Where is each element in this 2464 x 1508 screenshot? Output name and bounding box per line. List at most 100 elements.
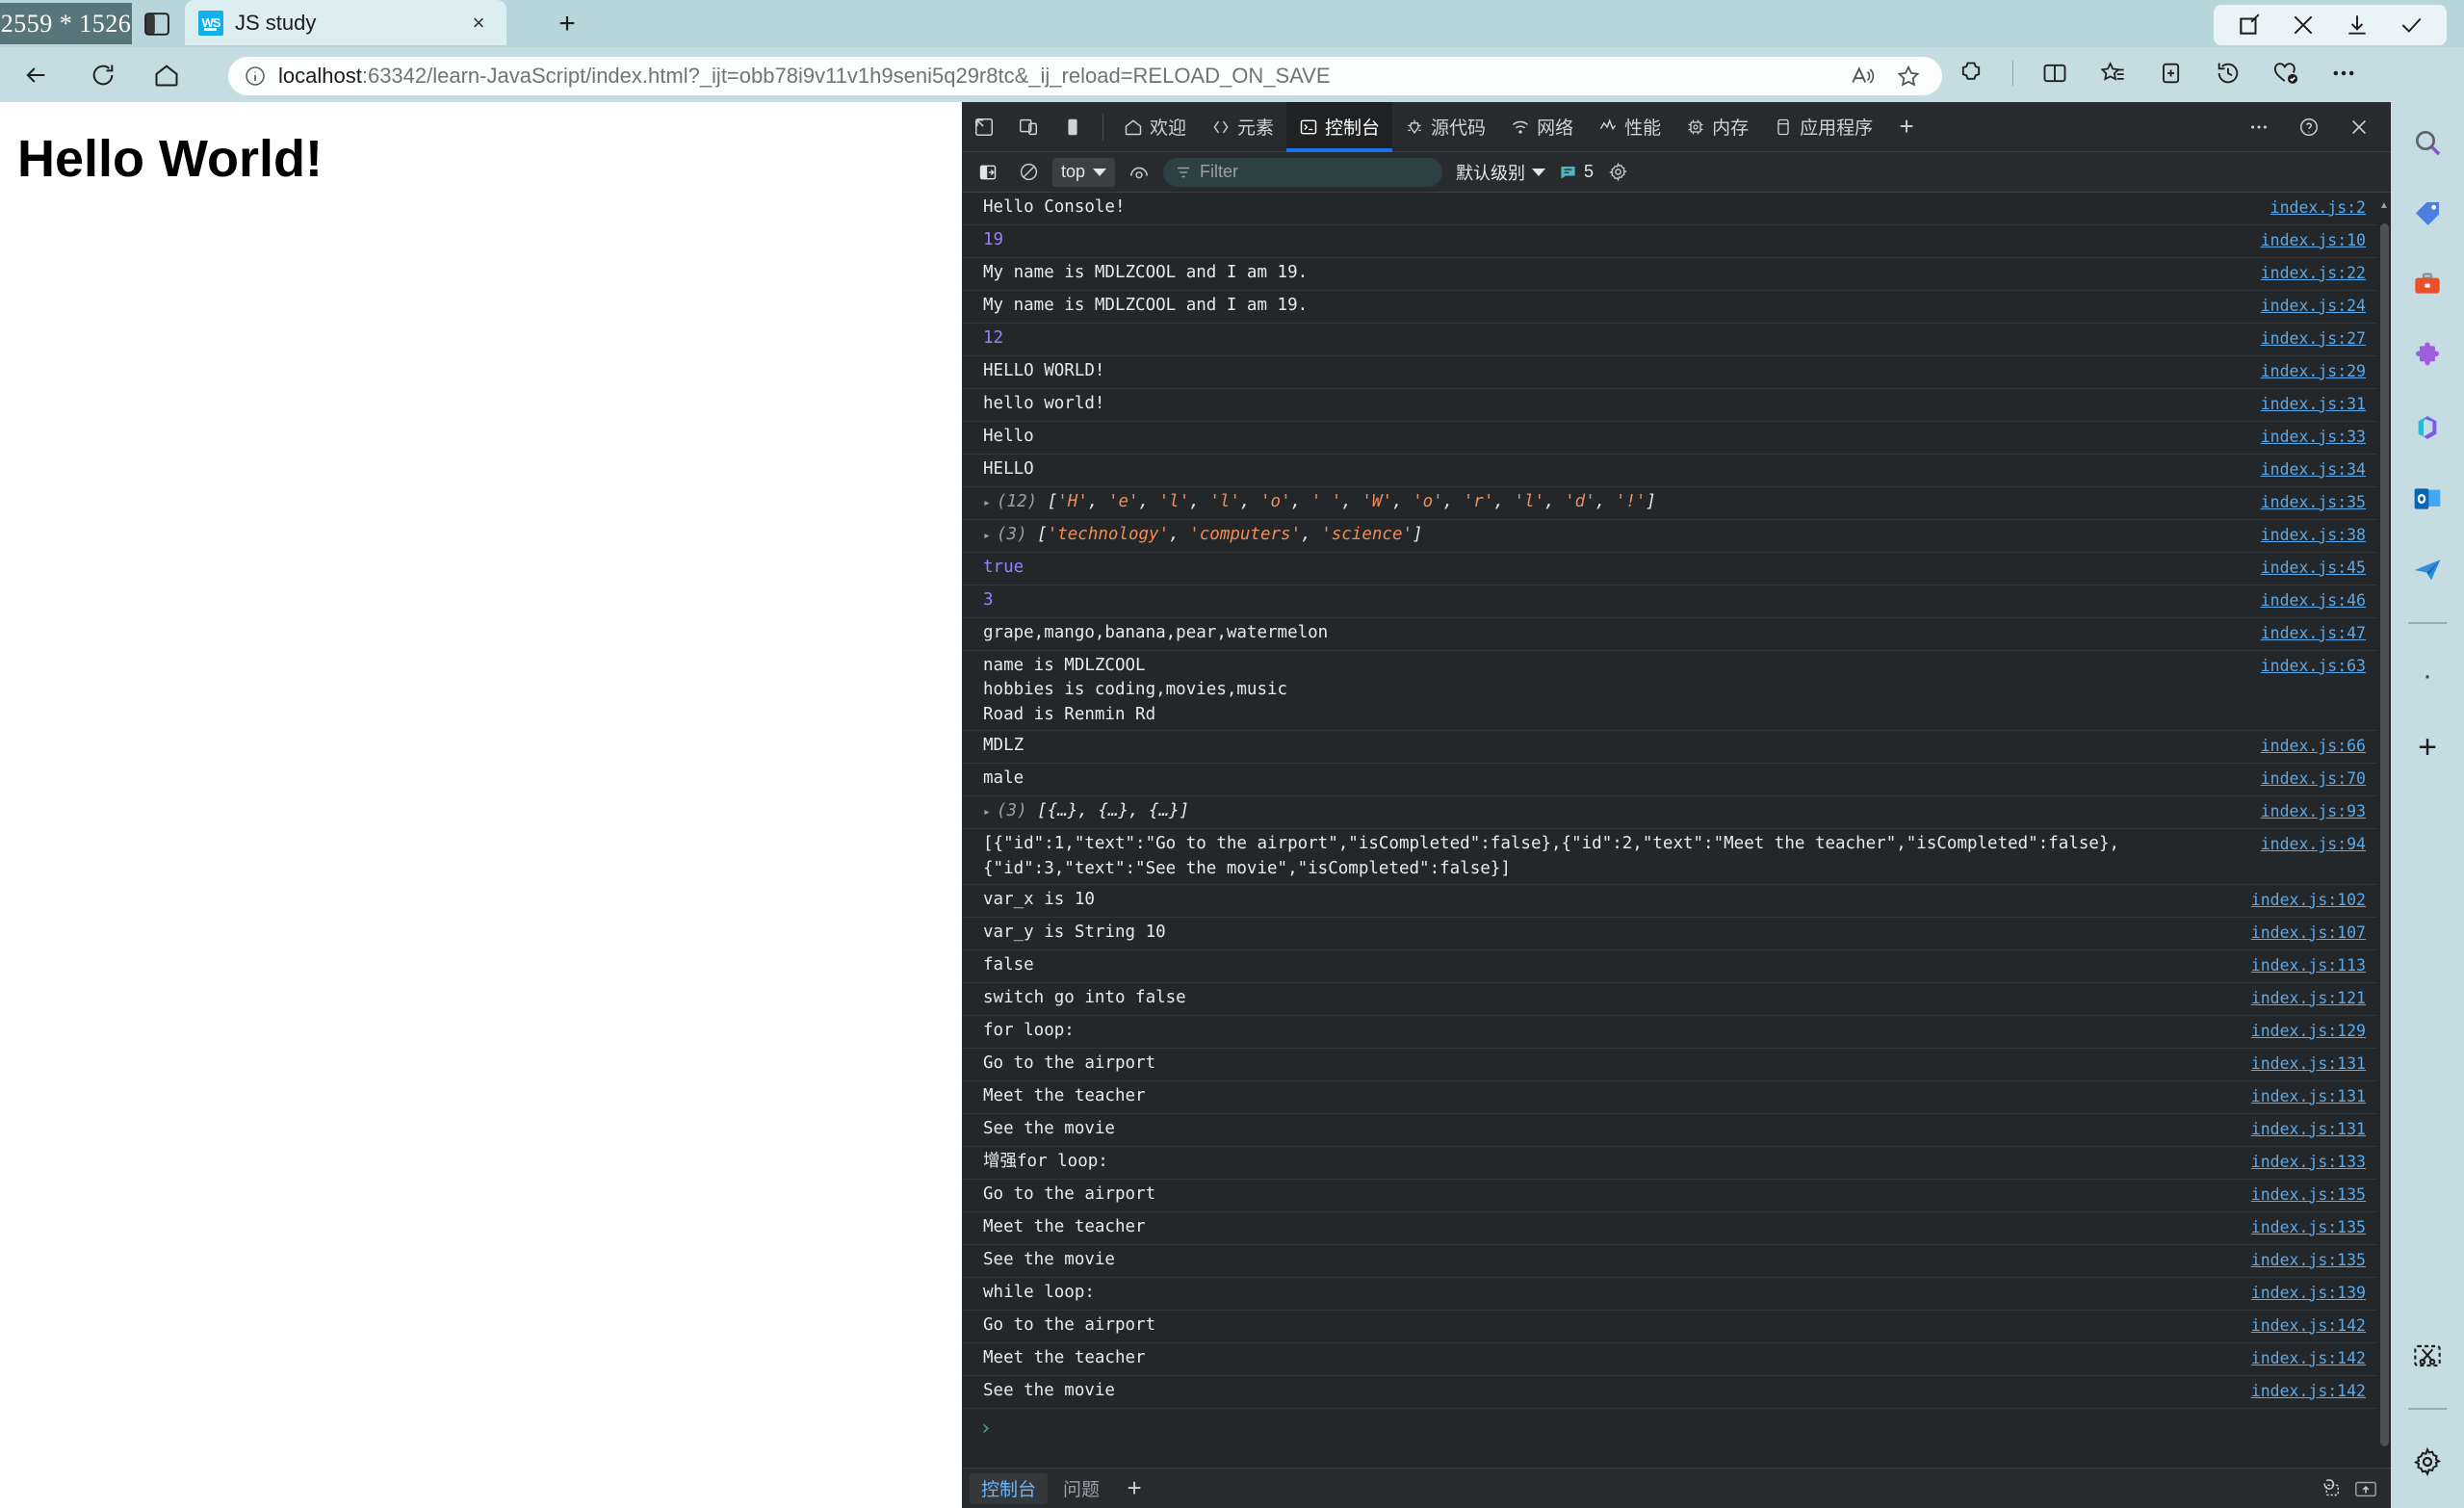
console-row[interactable]: Go to the airport index.js:142: [962, 1311, 2377, 1343]
devtools-close-icon[interactable]: [2337, 108, 2381, 146]
console-row[interactable]: for loop: index.js:129: [962, 1016, 2377, 1049]
sidebar-add-button[interactable]: +: [2408, 728, 2447, 767]
console-row[interactable]: while loop: index.js:139: [962, 1278, 2377, 1311]
console-log-area[interactable]: Hello Console! index.js:2 19 index.js:10 My …: [962, 193, 2391, 1468]
console-source-link[interactable]: index.js:31: [2261, 392, 2366, 416]
devtools-tab-memory[interactable]: 内存: [1673, 102, 1761, 152]
console-row[interactable]: var_y is String 10 index.js:107: [962, 918, 2377, 950]
console-source-link[interactable]: index.js:121: [2251, 986, 2366, 1010]
more-menu-icon[interactable]: [2327, 57, 2360, 90]
console-scroll-thumb[interactable]: [2380, 223, 2389, 1446]
console-source-link[interactable]: index.js:135: [2251, 1183, 2366, 1207]
collections-icon[interactable]: [2154, 57, 2187, 90]
drawer-tab-issues[interactable]: 问题: [1051, 1473, 1111, 1504]
console-row[interactable]: Go to the airport index.js:131: [962, 1049, 2377, 1081]
console-source-link[interactable]: index.js:139: [2251, 1281, 2366, 1305]
console-filter-input[interactable]: Filter: [1163, 157, 1443, 187]
console-source-link[interactable]: index.js:131: [2251, 1052, 2366, 1076]
collections-star-icon[interactable]: [2096, 57, 2129, 90]
console-row[interactable]: ▸ (12) ['H', 'e', 'l', 'l', 'o', ' ', 'W'…: [962, 487, 2377, 520]
console-row[interactable]: Meet the teacher index.js:142: [962, 1343, 2377, 1376]
console-source-link[interactable]: index.js:131: [2251, 1117, 2366, 1141]
console-source-link[interactable]: index.js:135: [2251, 1215, 2366, 1239]
edit-icon[interactable]: [2235, 11, 2264, 39]
screenshot-scissors-icon[interactable]: [2408, 1337, 2447, 1375]
console-row[interactable]: HELLO WORLD! index.js:29: [962, 356, 2377, 389]
outlook-icon[interactable]: [2408, 480, 2447, 518]
address-bar[interactable]: localhost:63342/learn-JavaScript/index.h…: [228, 57, 1942, 95]
confirm-icon[interactable]: [2397, 11, 2425, 39]
tab-search-icon[interactable]: [135, 6, 179, 42]
drawer-add-button[interactable]: +: [1115, 1473, 1154, 1504]
devtools-tab-elements[interactable]: 元素: [1199, 102, 1286, 152]
devtools-tab-sources[interactable]: 源代码: [1392, 102, 1498, 152]
devtools-help-icon[interactable]: [2287, 108, 2331, 146]
console-row[interactable]: male index.js:70: [962, 764, 2377, 797]
console-row[interactable]: Hello index.js:33: [962, 422, 2377, 455]
console-row[interactable]: See the movie index.js:131: [962, 1114, 2377, 1147]
restore-drawer-icon[interactable]: [2318, 1478, 2341, 1499]
console-row[interactable]: MDLZ index.js:66: [962, 731, 2377, 765]
scroll-up-arrow[interactable]: ▲: [2379, 198, 2389, 212]
gear-icon[interactable]: [1601, 158, 1634, 187]
console-source-link[interactable]: index.js:135: [2251, 1248, 2366, 1272]
console-row[interactable]: 3 index.js:46: [962, 585, 2377, 618]
console-source-link[interactable]: index.js:113: [2251, 953, 2366, 977]
devtools-tab-network[interactable]: 网络: [1498, 102, 1586, 152]
console-source-link[interactable]: index.js:35: [2261, 490, 2366, 514]
home-button[interactable]: [148, 57, 185, 93]
sidebar-settings-gear-icon[interactable]: [2408, 1443, 2447, 1481]
console-source-link[interactable]: index.js:63: [2261, 654, 2366, 678]
live-expression-icon[interactable]: [1123, 158, 1155, 187]
devtools-more-icon[interactable]: [2237, 108, 2281, 146]
console-row[interactable]: var_x is 10 index.js:102: [962, 885, 2377, 918]
console-source-link[interactable]: index.js:46: [2261, 588, 2366, 612]
drawer-tab-console[interactable]: 控制台: [970, 1472, 1049, 1504]
console-source-link[interactable]: index.js:27: [2261, 326, 2366, 351]
console-prompt[interactable]: ›: [962, 1409, 2377, 1448]
console-source-link[interactable]: index.js:34: [2261, 457, 2366, 481]
new-tab-button[interactable]: +: [549, 7, 585, 41]
inspect-icon[interactable]: [962, 108, 1006, 146]
console-row[interactable]: Meet the teacher index.js:131: [962, 1081, 2377, 1114]
console-source-link[interactable]: index.js:142: [2251, 1379, 2366, 1403]
read-aloud-icon[interactable]: [1850, 64, 1875, 89]
console-context-selector[interactable]: top: [1052, 157, 1116, 187]
console-row[interactable]: Meet the teacher index.js:135: [962, 1212, 2377, 1245]
clear-console-icon[interactable]: [1012, 158, 1045, 187]
console-sidebar-icon[interactable]: [972, 158, 1004, 187]
extensions-icon[interactable]: [1955, 57, 1987, 90]
console-row[interactable]: My name is MDLZCOOL and I am 19. index.js…: [962, 291, 2377, 324]
console-source-link[interactable]: index.js:133: [2251, 1150, 2366, 1174]
close-icon[interactable]: [2289, 11, 2318, 39]
devtools-tab-welcome[interactable]: 欢迎: [1111, 102, 1199, 152]
console-source-link[interactable]: index.js:142: [2251, 1313, 2366, 1338]
console-source-link[interactable]: index.js:70: [2261, 767, 2366, 791]
devtools-tab-console[interactable]: 控制台: [1286, 101, 1393, 152]
console-row[interactable]: See the movie index.js:135: [962, 1245, 2377, 1278]
browser-tab-js-study[interactable]: WS JS study ×: [185, 0, 506, 45]
console-source-link[interactable]: index.js:102: [2251, 888, 2366, 912]
split-screen-icon[interactable]: [2038, 57, 2071, 90]
console-source-link[interactable]: index.js:29: [2261, 359, 2366, 383]
console-scrollbar[interactable]: ▲: [2379, 198, 2389, 1450]
console-source-link[interactable]: index.js:2: [2270, 195, 2366, 220]
console-row[interactable]: grape,mango,banana,pear,watermelon index.…: [962, 618, 2377, 651]
history-icon[interactable]: [2212, 57, 2244, 90]
console-source-link[interactable]: index.js:129: [2251, 1019, 2366, 1043]
dock-side-icon[interactable]: [1050, 108, 1095, 146]
shopping-tag-icon[interactable]: [2408, 195, 2447, 233]
console-row[interactable]: 19 index.js:10: [962, 225, 2377, 258]
device-toolbar-icon[interactable]: [1006, 108, 1050, 146]
console-source-link[interactable]: index.js:107: [2251, 921, 2366, 945]
console-row[interactable]: 12 index.js:27: [962, 324, 2377, 356]
console-source-link[interactable]: index.js:93: [2261, 799, 2366, 823]
devtools-tab-application[interactable]: 应用程序: [1761, 102, 1885, 152]
tools-briefcase-icon[interactable]: [2408, 266, 2447, 304]
browser-essentials-icon[interactable]: [2269, 57, 2302, 90]
console-row[interactable]: name is MDLZCOOL hobbies is coding,movie…: [962, 651, 2377, 732]
console-row[interactable]: ▸ (3) ['technology', 'computers', 'scienc…: [962, 520, 2377, 553]
console-source-link[interactable]: index.js:94: [2261, 832, 2366, 856]
devtools-tab-performance[interactable]: 性能: [1586, 102, 1673, 152]
console-source-link[interactable]: index.js:131: [2251, 1084, 2366, 1108]
